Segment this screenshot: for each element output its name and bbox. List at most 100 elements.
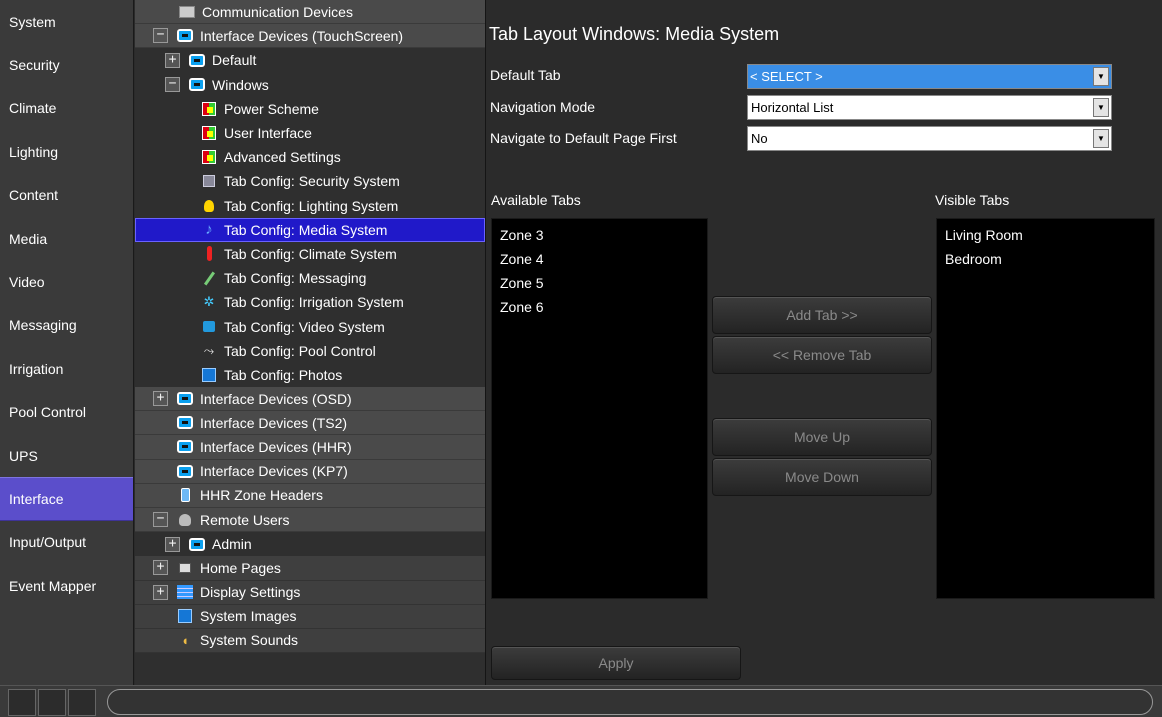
move-down-button[interactable]: Move Down [712,458,932,496]
tree-item-label: System Sounds [200,632,299,649]
tv-icon [201,319,217,335]
navigate-default-value: No [751,131,768,146]
list-item[interactable]: Zone 4 [500,247,699,271]
photo-icon [201,367,217,383]
tree-item-label: HHR Zone Headers [200,487,323,504]
pool-icon: ⤳ [203,342,215,358]
tree-item-label: Tab Config: Photos [224,366,343,383]
visible-tabs-list[interactable]: Living Room Bedroom [936,218,1155,599]
tree-item-label: Interface Devices (OSD) [200,390,352,407]
list-item[interactable]: Zone 5 [500,271,699,295]
tree-item-interface-kp7[interactable]: Interface Devices (KP7) [135,459,485,484]
tree-item-interface-osd[interactable]: + Interface Devices (OSD) [135,387,485,412]
tree-item-power-scheme[interactable]: Power Scheme [135,97,485,121]
tree-item-home-pages[interactable]: + Home Pages [135,556,485,581]
touchscreen-icon [177,463,193,479]
navigate-default-label: Navigate to Default Page First [490,130,677,146]
nav-item-security[interactable]: Security [0,43,133,86]
nav-item-climate[interactable]: Climate [0,87,133,130]
list-item[interactable]: Living Room [945,223,1146,247]
main-panel: Tab Layout Windows: Media System Default… [487,0,1162,685]
list-item[interactable]: Zone 6 [500,295,699,319]
nav-item-video[interactable]: Video [0,260,133,303]
nav-item-irrigation[interactable]: Irrigation [0,347,133,390]
nav-item-system[interactable]: System [0,0,133,43]
nav-item-ups[interactable]: UPS [0,434,133,477]
bulb-icon [201,198,217,214]
tree-item-tab-config-climate[interactable]: Tab Config: Climate System [135,242,485,266]
tree-item-label: Tab Config: Media System [224,221,388,238]
navigation-mode-select[interactable]: Horizontal List ▼ [747,95,1112,120]
expand-icon[interactable]: + [153,584,168,600]
tree-item-tab-config-security[interactable]: Tab Config: Security System [135,169,485,193]
nav-item-lighting[interactable]: Lighting [0,130,133,173]
touchscreen-icon [177,415,193,431]
tree-item-interface-hhr[interactable]: Interface Devices (HHR) [135,435,485,460]
nav-item-media[interactable]: Media [0,217,133,260]
tree-item-communication-devices[interactable]: Communication Devices [135,0,485,25]
tree-item-default[interactable]: + Default [135,48,485,72]
tree-item-tab-config-pool[interactable]: ⤳ Tab Config: Pool Control [135,339,485,363]
add-tab-button[interactable]: Add Tab >> [712,296,932,334]
tree-item-label: Home Pages [200,559,281,576]
display-icon [177,584,193,600]
status-box [68,689,96,716]
list-item[interactable]: Zone 3 [500,223,699,247]
tree-item-label: Interface Devices (TS2) [200,414,348,431]
nav-item-content[interactable]: Content [0,174,133,217]
tree-item-tab-config-lighting[interactable]: Tab Config: Lighting System [135,194,485,218]
list-item[interactable]: Bedroom [945,247,1146,271]
navigate-default-select[interactable]: No ▼ [747,126,1112,151]
expand-icon[interactable]: + [165,52,180,68]
tree-item-label: Tab Config: Messaging [224,270,367,287]
collapse-icon[interactable]: − [153,28,168,44]
tree-item-tab-config-messaging[interactable]: Tab Config: Messaging [135,266,485,290]
chevron-down-icon[interactable]: ▼ [1093,67,1109,86]
nav-item-event-mapper[interactable]: Event Mapper [0,564,133,607]
default-tab-value: < SELECT > [748,65,1111,88]
tree-item-user-interface[interactable]: User Interface [135,121,485,145]
tree-item-tab-config-irrigation[interactable]: ✲ Tab Config: Irrigation System [135,290,485,314]
default-tab-select[interactable]: < SELECT > ▼ [747,64,1112,89]
tree-item-windows[interactable]: − Windows [135,73,485,97]
tree-item-label: Default [212,52,257,69]
touchscreen-icon [177,391,193,407]
tree-item-admin[interactable]: + Admin [135,532,485,556]
collapse-icon[interactable]: − [153,512,168,528]
tree-item-advanced-settings[interactable]: Advanced Settings [135,145,485,169]
expand-icon[interactable]: + [153,560,168,576]
tree-item-system-images[interactable]: System Images [135,604,485,629]
tree-item-display-settings[interactable]: + Display Settings [135,580,485,605]
tree-item-tab-config-photos[interactable]: Tab Config: Photos [135,363,485,387]
available-tabs-list[interactable]: Zone 3 Zone 4 Zone 5 Zone 6 [491,218,708,599]
tree-item-tab-config-video[interactable]: Tab Config: Video System [135,314,485,338]
touchscreen-icon [177,28,193,44]
tree-item-label: User Interface [224,125,312,142]
tree-item-label: Remote Users [200,511,290,528]
tree-item-hhr-zone-headers[interactable]: HHR Zone Headers [135,483,485,508]
nav-item-interface[interactable]: Interface [0,477,133,521]
apply-button[interactable]: Apply [491,646,741,680]
move-up-button[interactable]: Move Up [712,418,932,456]
collapse-icon[interactable]: − [165,77,180,93]
chevron-down-icon[interactable]: ▼ [1093,129,1109,148]
nav-item-pool-control[interactable]: Pool Control [0,391,133,434]
expand-icon[interactable]: + [153,391,168,407]
tree-item-label: Tab Config: Climate System [224,245,397,262]
navigation-mode-value: Horizontal List [751,100,834,115]
touchscreen-icon [189,536,205,552]
navigation-mode-label: Navigation Mode [490,99,596,115]
expand-icon[interactable]: + [165,536,180,552]
settings-grid-icon [201,125,217,141]
nav-item-messaging[interactable]: Messaging [0,304,133,347]
tree-item-tab-config-media[interactable]: ♪ Tab Config: Media System [135,217,485,242]
chevron-down-icon[interactable]: ▼ [1093,98,1109,117]
tree-item-interface-touchscreen[interactable]: − Interface Devices (TouchScreen) [135,24,485,49]
nav-item-input-output[interactable]: Input/Output [0,521,133,564]
tree-item-label: Tab Config: Irrigation System [224,294,404,311]
tree-item-remote-users[interactable]: − Remote Users [135,507,485,533]
user-icon [177,512,193,528]
tree-item-interface-ts2[interactable]: Interface Devices (TS2) [135,411,485,436]
remove-tab-button[interactable]: << Remove Tab [712,336,932,374]
tree-item-system-sounds[interactable]: ◖ System Sounds [135,628,485,654]
